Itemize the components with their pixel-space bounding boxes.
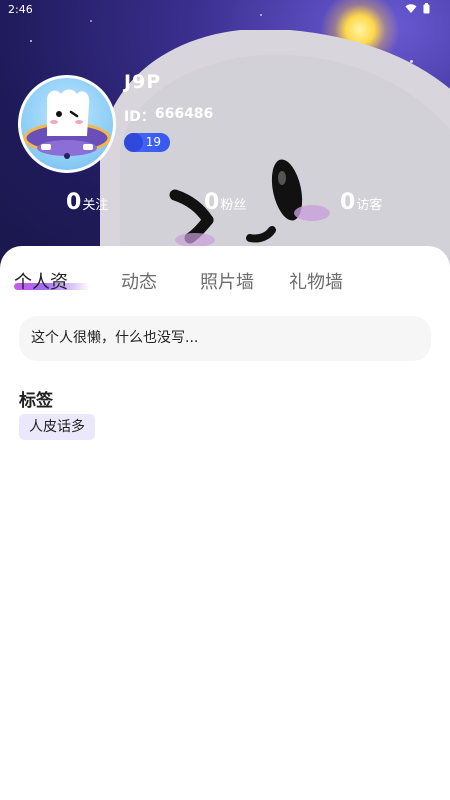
status-bar: 2:46 xyxy=(0,0,450,20)
status-icons xyxy=(405,3,430,14)
bio-text: 这个人很懒，什么也没写... xyxy=(19,316,431,361)
profile-tabs: 个人资 动态 照片墙 礼物墙 xyxy=(0,266,450,306)
tab-photo-wall[interactable]: 照片墙 xyxy=(200,268,254,294)
tags-title: 标签 xyxy=(19,391,53,411)
username: J9P xyxy=(124,71,162,93)
stat-visitors[interactable]: 0 访客 xyxy=(340,190,382,215)
status-time: 2:46 xyxy=(8,3,33,16)
stat-visitors-label: 访客 xyxy=(356,198,383,213)
user-id: ID： 666486 xyxy=(124,106,213,126)
stat-following-count: 0 xyxy=(66,190,82,215)
stat-fans-label: 粉丝 xyxy=(220,198,247,213)
level-badge: 19 xyxy=(124,133,170,152)
stat-fans-count: 0 xyxy=(204,190,220,215)
battery-icon xyxy=(423,3,430,14)
star-decoration xyxy=(90,20,92,22)
level-value: 19 xyxy=(145,135,161,149)
profile-stats: 0 关注 0 粉丝 0 访客 xyxy=(0,190,450,220)
stat-following[interactable]: 0 关注 xyxy=(66,190,108,215)
wifi-icon xyxy=(405,3,417,13)
level-icon xyxy=(124,133,143,152)
tag-chip: 人皮话多 xyxy=(19,414,95,440)
stat-following-label: 关注 xyxy=(82,198,109,213)
stat-fans[interactable]: 0 粉丝 xyxy=(204,190,246,215)
tooth-mascot-avatar-icon xyxy=(23,89,111,159)
stat-visitors-count: 0 xyxy=(340,190,356,215)
tab-moments[interactable]: 动态 xyxy=(121,268,157,294)
ghost-mascot-illustration xyxy=(100,30,450,275)
tab-gift-wall[interactable]: 礼物墙 xyxy=(289,268,343,294)
user-id-value: 666486 xyxy=(154,106,214,122)
user-id-label: ID： xyxy=(124,109,155,125)
star-decoration xyxy=(30,40,32,42)
avatar[interactable] xyxy=(18,75,116,173)
tab-profile[interactable]: 个人资 xyxy=(14,268,68,294)
